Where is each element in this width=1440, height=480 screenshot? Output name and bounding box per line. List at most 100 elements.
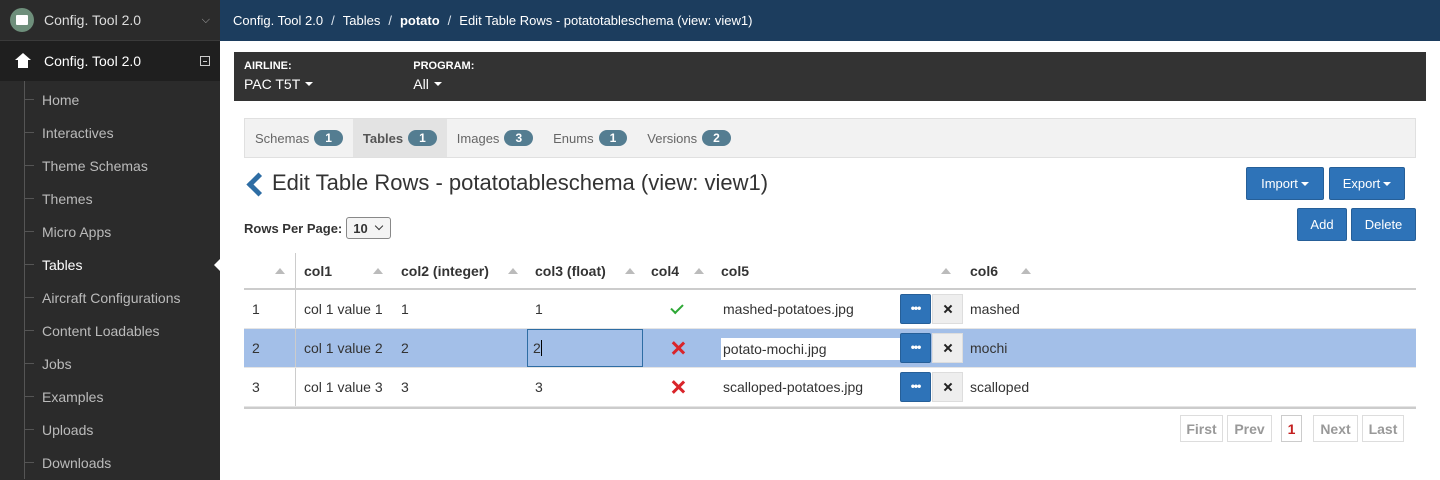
airline-dropdown[interactable]: PAC T5T [244,76,314,92]
cell-col5[interactable]: scalloped-potatoes.jpg [723,368,863,406]
column-header-col3[interactable]: col3 (float) [535,253,606,288]
clear-image-button[interactable] [932,333,963,363]
sort-col1-icon[interactable] [373,253,383,288]
sort-col2-icon[interactable] [508,253,518,288]
pagination-prev[interactable]: Prev [1227,415,1272,442]
cross-icon [671,380,685,394]
airline-filter: AIRLINE: PAC T5T [244,60,314,93]
breadcrumb-separator: / [331,13,335,28]
cell-col4[interactable] [671,329,685,367]
tab-schemas[interactable]: Schemas 1 [245,119,353,157]
program-label: PROGRAM: [413,60,475,72]
tab-versions[interactable]: Versions 2 [637,119,741,157]
sort-index-icon[interactable] [275,253,285,288]
clear-image-button[interactable] [932,372,963,402]
app-header[interactable]: Config. Tool 2.0 [0,41,220,81]
rows-per-page-select[interactable]: 10 [346,217,392,239]
browse-image-button[interactable]: ••• [900,372,931,402]
cell-col2[interactable]: 3 [401,368,409,406]
cell-col6[interactable]: mashed [970,290,1020,328]
sidebar-item-downloads[interactable]: Downloads [0,446,220,479]
column-divider [295,329,296,367]
sidebar-item-content-loadables[interactable]: Content Loadables [0,314,220,347]
sort-col6-icon[interactable] [1021,253,1031,288]
count-badge: 2 [702,130,731,146]
cell-col1[interactable]: col 1 value 2 [304,329,383,367]
column-header-col4[interactable]: col4 [651,253,679,288]
column-header-col2[interactable]: col2 (integer) [401,253,489,288]
cell-col6[interactable]: scalloped [970,368,1029,406]
cell-col3[interactable]: 1 [535,290,543,328]
cell-col6[interactable]: mochi [970,329,1007,367]
sidebar-item-theme-schemas[interactable]: Theme Schemas [0,149,220,182]
count-badge: 1 [408,130,437,146]
sidebar-item-examples[interactable]: Examples [0,380,220,413]
sort-up-icon [373,267,383,274]
page-heading: Edit Table Rows - potatotableschema (vie… [244,170,768,196]
cell-col4[interactable] [670,290,684,328]
sort-col3-icon[interactable] [625,253,635,288]
tab-label: Enums [553,130,594,146]
rows-per-page: Rows Per Page: 10 [244,217,392,239]
clear-image-button[interactable] [932,294,963,324]
export-button[interactable]: Export [1329,167,1405,200]
browse-image-button[interactable]: ••• [900,294,931,324]
table-row[interactable]: 3 col 1 value 3 3 3 scalloped-potatoes.j… [244,368,1416,407]
sidebar-item-themes[interactable]: Themes [0,182,220,215]
sidebar-item-home[interactable]: Home [0,83,220,116]
pagination-first[interactable]: First [1180,415,1223,442]
breadcrumb-root[interactable]: Config. Tool 2.0 [233,13,323,28]
column-header-col1[interactable]: col1 [304,253,332,288]
column-header-col5[interactable]: col5 [721,253,749,288]
table-row[interactable]: 1 col 1 value 1 1 1 mashed-potatoes.jpg … [244,290,1416,329]
pagination-next[interactable]: Next [1313,415,1358,442]
caret-down-icon [1300,181,1309,186]
tab-tables[interactable]: Tables 1 [352,119,447,157]
sidebar-nav: Home Interactives Theme Schemas Themes M… [0,81,220,479]
sort-col5-icon[interactable] [941,253,951,288]
import-button[interactable]: Import [1246,167,1324,200]
sidebar-item-jobs[interactable]: Jobs [0,347,220,380]
table-footer-border [244,407,1416,409]
breadcrumb-table-name[interactable]: potato [400,13,440,28]
sidebar-item-tables[interactable]: Tables [0,248,220,281]
cell-col4[interactable] [671,368,685,406]
delete-button[interactable]: Delete [1351,208,1416,241]
column-header-col6[interactable]: col6 [970,253,998,288]
cell-col3[interactable]: 3 [535,368,543,406]
program-value: All [413,76,429,92]
cell-col2[interactable]: 1 [401,290,409,328]
chevron-down-icon [374,221,383,231]
table-row-selected[interactable]: 2 col 1 value 2 2 2 potato-mochi.jpg •••… [244,329,1416,368]
col3-edit-input[interactable]: 2 [527,329,643,367]
sidebar-item-interactives[interactable]: Interactives [0,116,220,149]
tab-images[interactable]: Images 3 [447,119,543,157]
pagination-last[interactable]: Last [1362,415,1404,442]
col5-edit-input[interactable]: potato-mochi.jpg [721,338,900,360]
back-chevron-icon[interactable] [244,172,266,194]
sidebar-item-uploads[interactable]: Uploads [0,413,220,446]
cell-col5[interactable]: mashed-potatoes.jpg [723,290,854,328]
add-button[interactable]: Add [1297,208,1347,241]
collapse-icon[interactable] [200,56,210,66]
cell-col1[interactable]: col 1 value 3 [304,368,383,406]
program-dropdown[interactable]: All [413,76,474,92]
sidebar: Config. Tool 2.0 ⌵ Config. Tool 2.0 Home… [0,0,220,480]
app-logo-icon [10,8,34,32]
cell-col2[interactable]: 2 [401,329,409,367]
sidebar-item-micro-apps[interactable]: Micro Apps [0,215,220,248]
cell-col1[interactable]: col 1 value 1 [304,290,383,328]
column-divider [295,290,296,328]
sort-col4-icon[interactable] [694,253,704,288]
sort-up-icon [275,267,285,274]
sort-up-icon [508,267,518,274]
sidebar-item-aircraft-configurations[interactable]: Aircraft Configurations [0,281,220,314]
row-index: 1 [252,301,260,317]
browse-image-button[interactable]: ••• [900,333,931,363]
breadcrumb-tables[interactable]: Tables [343,13,381,28]
tab-enums[interactable]: Enums 1 [543,119,637,157]
pagination-current[interactable]: 1 [1281,415,1302,442]
row-index: 3 [252,379,260,395]
app-switcher[interactable]: Config. Tool 2.0 ⌵ [0,0,220,41]
ellipsis-icon: ••• [910,378,922,393]
